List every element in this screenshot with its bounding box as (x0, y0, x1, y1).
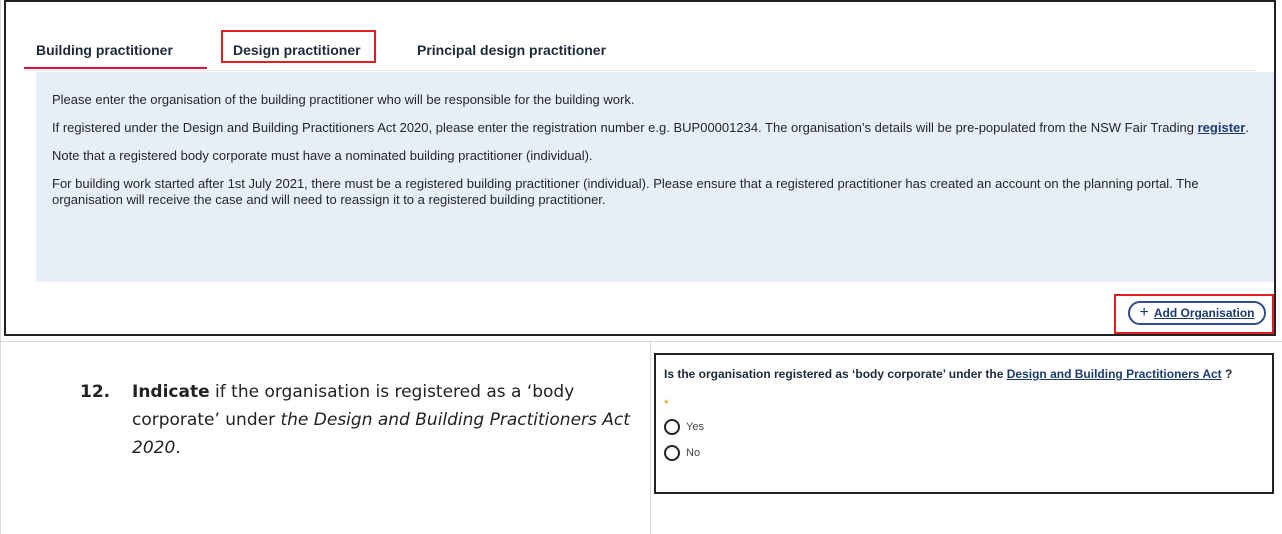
question-label: Is the organisation registered as ‘body … (664, 367, 1232, 381)
radio-option-no[interactable]: No (664, 445, 700, 461)
table-column-divider (650, 341, 651, 534)
add-organisation-highlight: + Add Organisation (1114, 294, 1274, 334)
question-text: Is the organisation registered as ‘body … (664, 367, 1007, 381)
plus-icon: + (1139, 304, 1149, 321)
step-verb: Indicate (132, 382, 210, 402)
tab-design-practitioner[interactable]: Design practitioner (233, 42, 361, 58)
info-box: Please enter the organisation of the bui… (36, 72, 1274, 282)
info-paragraph: If registered under the Design and Build… (52, 120, 1272, 136)
info-paragraph: For building work started after 1st July… (52, 176, 1199, 207)
radio-no-circle[interactable] (664, 445, 680, 461)
info-text: If registered under the Design and Build… (52, 120, 1198, 135)
radio-yes-circle[interactable] (664, 419, 680, 435)
required-indicator: * (664, 397, 669, 411)
register-link[interactable]: register (1198, 120, 1246, 135)
radio-yes-label: Yes (686, 421, 704, 433)
step-text: Indicate if the organisation is register… (132, 378, 640, 462)
radio-no-label: No (686, 447, 701, 459)
act-link[interactable]: Design and Building Practitioners Act (1007, 367, 1222, 381)
practitioner-tabs: Building practitioner Design practitione… (24, 30, 1256, 71)
info-paragraph: Please enter the organisation of the bui… (52, 92, 635, 107)
tab-principal-design-practitioner[interactable]: Principal design practitioner (417, 42, 606, 58)
info-paragraph: Note that a registered body corporate mu… (52, 148, 593, 163)
step-number: 12. (80, 382, 111, 402)
step-text-part: . (175, 438, 181, 458)
info-text: . (1245, 120, 1249, 135)
add-organisation-label: Add Organisation (1153, 306, 1255, 320)
body-corporate-question-screenshot: Is the organisation registered as ‘body … (654, 353, 1274, 494)
radio-option-yes[interactable]: Yes (664, 419, 704, 435)
table-row-divider (0, 341, 1282, 342)
step-instruction: 12. Indicate if the organisation is regi… (80, 378, 640, 462)
organisation-panel-screenshot: Building practitioner Design practitione… (4, 0, 1276, 336)
add-organisation-button[interactable]: + Add Organisation (1128, 301, 1266, 325)
tab-building-practitioner[interactable]: Building practitioner (36, 42, 173, 58)
question-text: ? (1221, 367, 1233, 381)
table-border-left (0, 0, 1, 534)
active-tab-underline (24, 67, 207, 69)
